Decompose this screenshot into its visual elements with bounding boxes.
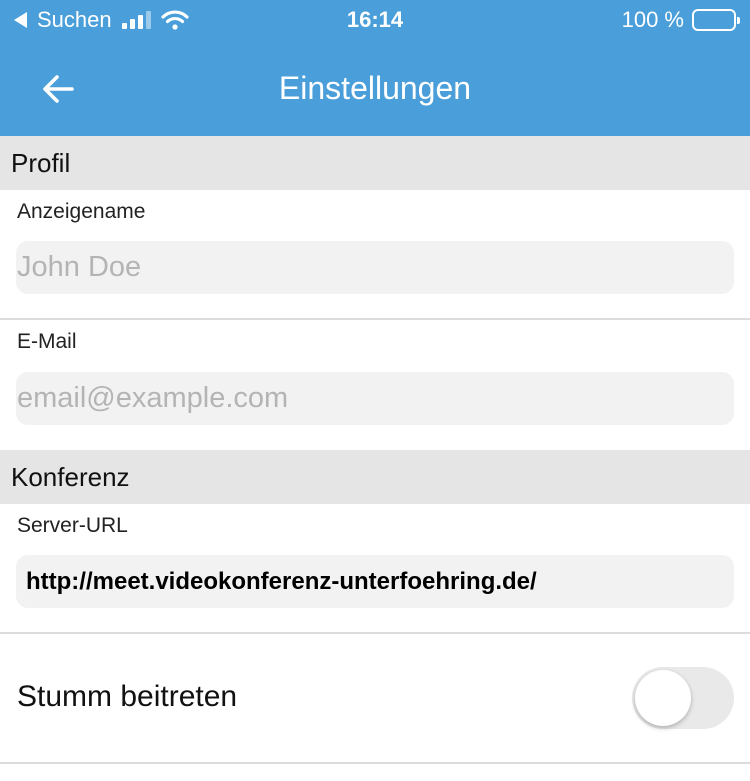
section-header-profile: Profil (0, 136, 750, 190)
start-muted-label: Stumm beitreten (17, 680, 238, 713)
display-name-input[interactable] (16, 241, 734, 294)
page-title: Einstellungen (278, 70, 472, 106)
server-url-label: Server-URL (17, 514, 128, 537)
divider (0, 632, 750, 634)
section-header-conference: Konferenz (0, 450, 750, 504)
app-header: Suchen 16:14 100 % Einstellungen (0, 0, 750, 136)
battery-icon (692, 9, 740, 31)
server-url-input[interactable] (16, 555, 734, 608)
toggle-knob (635, 670, 691, 726)
display-name-label: Anzeigename (17, 200, 146, 223)
divider (0, 318, 750, 320)
email-label: E-Mail (17, 330, 77, 353)
divider (0, 762, 750, 764)
start-muted-toggle[interactable] (632, 667, 734, 729)
battery-text: 100 % (621, 7, 684, 32)
battery-status: 100 % (621, 7, 740, 33)
email-input[interactable] (16, 372, 734, 425)
status-bar: Suchen 16:14 100 % (0, 0, 750, 42)
